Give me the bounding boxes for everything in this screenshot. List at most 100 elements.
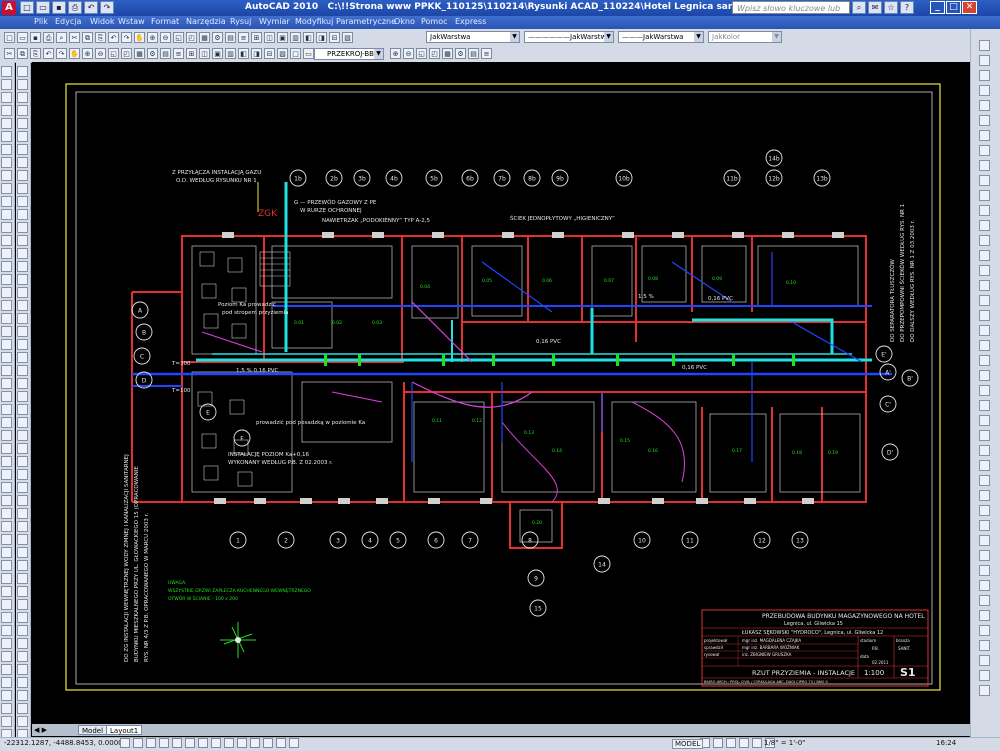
modify-tool-17-icon[interactable] xyxy=(17,287,28,298)
toolbar-tool-5-icon[interactable]: ✂ xyxy=(69,32,80,43)
minimize-button[interactable]: _ xyxy=(930,1,945,14)
toolbar-tool-15-icon[interactable]: ▦ xyxy=(199,32,210,43)
right-tool-32-icon[interactable] xyxy=(979,520,990,531)
right-tool-10-icon[interactable] xyxy=(979,190,990,201)
modify-tool-16-icon[interactable] xyxy=(17,274,28,285)
draw-tool-32-icon[interactable] xyxy=(1,482,12,493)
close-button[interactable]: ✕ xyxy=(962,1,977,14)
tab-model[interactable]: Model xyxy=(78,725,108,735)
toolbar2-extra-7-icon[interactable]: ≡ xyxy=(481,48,492,59)
status-toggle-0-icon[interactable] xyxy=(120,738,130,748)
modify-tool-15-icon[interactable] xyxy=(17,261,28,272)
status-toggle-11-icon[interactable] xyxy=(263,738,273,748)
toolbar-tool-26-icon[interactable]: ▧ xyxy=(342,32,353,43)
layer-combo[interactable]: JakWarstwa ▼ xyxy=(426,31,520,43)
right-tool-18-icon[interactable] xyxy=(979,310,990,321)
menu-item-4[interactable]: Format xyxy=(151,17,179,26)
toolbar2-extra-3-icon[interactable]: ◰ xyxy=(429,48,440,59)
modify-tool-7-icon[interactable] xyxy=(17,157,28,168)
toolbar2-tool-7-icon[interactable]: ⊖ xyxy=(95,48,106,59)
toolbar2-tool-16-icon[interactable]: ▣ xyxy=(212,48,223,59)
right-tool-13-icon[interactable] xyxy=(979,235,990,246)
right-tool-31-icon[interactable] xyxy=(979,505,990,516)
draw-tool-23-icon[interactable] xyxy=(1,365,12,376)
right-tool-26-icon[interactable] xyxy=(979,430,990,441)
draw-tool-19-icon[interactable] xyxy=(1,313,12,324)
modify-tool-1-icon[interactable] xyxy=(17,79,28,90)
color-combo[interactable]: JakKolor ▼ xyxy=(708,31,782,43)
draw-tool-29-icon[interactable] xyxy=(1,443,12,454)
status-toggle-2-icon[interactable] xyxy=(146,738,156,748)
draw-tool-31-icon[interactable] xyxy=(1,469,12,480)
right-tool-14-icon[interactable] xyxy=(979,250,990,261)
toolbar2-tool-1-icon[interactable]: ⧉ xyxy=(17,48,28,59)
right-tool-30-icon[interactable] xyxy=(979,490,990,501)
draw-tool-6-icon[interactable] xyxy=(1,144,12,155)
toolbar2-tool-20-icon[interactable]: ⊟ xyxy=(264,48,275,59)
status-nav-2-icon[interactable] xyxy=(726,738,736,748)
toolbar-tool-16-icon[interactable]: ⚙ xyxy=(212,32,223,43)
toolbar2-tool-5-icon[interactable]: ✋ xyxy=(69,48,80,59)
toolbar-tool-8-icon[interactable]: ↶ xyxy=(108,32,119,43)
toolbar2-tool-0-icon[interactable]: ✂ xyxy=(4,48,15,59)
toolbar-tool-7-icon[interactable]: ⎘ xyxy=(95,32,106,43)
draw-tool-35-icon[interactable] xyxy=(1,521,12,532)
draw-tool-14-icon[interactable] xyxy=(1,248,12,259)
draw-tool-12-icon[interactable] xyxy=(1,222,12,233)
draw-tool-36-icon[interactable] xyxy=(1,534,12,545)
draw-tool-41-icon[interactable] xyxy=(1,599,12,610)
menu-item-0[interactable]: Plik xyxy=(34,17,48,26)
toolbar2-tool-12-icon[interactable]: ▤ xyxy=(160,48,171,59)
draw-tool-24-icon[interactable] xyxy=(1,378,12,389)
status-nav-4-icon[interactable] xyxy=(752,738,762,748)
modify-tool-20-icon[interactable] xyxy=(17,326,28,337)
right-tool-39-icon[interactable] xyxy=(979,625,990,636)
modify-tool-18-icon[interactable] xyxy=(17,300,28,311)
modify-tool-34-icon[interactable] xyxy=(17,508,28,519)
status-toggle-9-icon[interactable] xyxy=(237,738,247,748)
toolbar2-extra-0-icon[interactable]: ⊕ xyxy=(390,48,401,59)
right-tool-22-icon[interactable] xyxy=(979,370,990,381)
modify-tool-42-icon[interactable] xyxy=(17,612,28,623)
draw-tool-21-icon[interactable] xyxy=(1,339,12,350)
modify-tool-21-icon[interactable] xyxy=(17,339,28,350)
modify-tool-4-icon[interactable] xyxy=(17,118,28,129)
chevron-down-icon[interactable]: ▼ xyxy=(694,32,703,42)
modify-tool-35-icon[interactable] xyxy=(17,521,28,532)
modify-tool-29-icon[interactable] xyxy=(17,443,28,454)
draw-tool-48-icon[interactable] xyxy=(1,690,12,701)
right-tool-0-icon[interactable] xyxy=(979,40,990,51)
right-tool-16-icon[interactable] xyxy=(979,280,990,291)
right-tool-36-icon[interactable] xyxy=(979,580,990,591)
draw-tool-39-icon[interactable] xyxy=(1,573,12,584)
plot-icon[interactable]: ⎙ xyxy=(68,1,82,14)
status-toggle-8-icon[interactable] xyxy=(224,738,234,748)
chevron-down-icon[interactable]: ▼ xyxy=(772,32,781,42)
right-tool-11-icon[interactable] xyxy=(979,205,990,216)
right-tool-43-icon[interactable] xyxy=(979,685,990,696)
modify-tool-36-icon[interactable] xyxy=(17,534,28,545)
toolbar-tool-18-icon[interactable]: ≡ xyxy=(238,32,249,43)
draw-tool-7-icon[interactable] xyxy=(1,157,12,168)
toolbar2-extra-6-icon[interactable]: ▤ xyxy=(468,48,479,59)
toolbar-tool-20-icon[interactable]: ◫ xyxy=(264,32,275,43)
toolbar-tool-2-icon[interactable]: ▪ xyxy=(30,32,41,43)
open-icon[interactable]: ▭ xyxy=(36,1,50,14)
right-tool-15-icon[interactable] xyxy=(979,265,990,276)
menu-item-5[interactable]: Narzędzia xyxy=(186,17,226,26)
search-icon[interactable]: ⌕ xyxy=(852,1,866,14)
drawing-canvas[interactable]: 1b 2b 3b 4b 5b 6b 7b 8b 9b 10b 11b 12b 13b 14b 123456… xyxy=(32,62,970,724)
help-icon[interactable]: ? xyxy=(900,1,914,14)
draw-tool-28-icon[interactable] xyxy=(1,430,12,441)
right-tool-37-icon[interactable] xyxy=(979,595,990,606)
right-tool-41-icon[interactable] xyxy=(979,655,990,666)
modify-tool-38-icon[interactable] xyxy=(17,560,28,571)
draw-tool-1-icon[interactable] xyxy=(1,79,12,90)
status-nav-3-icon[interactable] xyxy=(739,738,749,748)
right-tool-4-icon[interactable] xyxy=(979,100,990,111)
chevron-down-icon[interactable]: ▼ xyxy=(374,49,383,59)
modify-tool-14-icon[interactable] xyxy=(17,248,28,259)
status-toggle-12-icon[interactable] xyxy=(276,738,286,748)
right-tool-12-icon[interactable] xyxy=(979,220,990,231)
modify-tool-48-icon[interactable] xyxy=(17,690,28,701)
